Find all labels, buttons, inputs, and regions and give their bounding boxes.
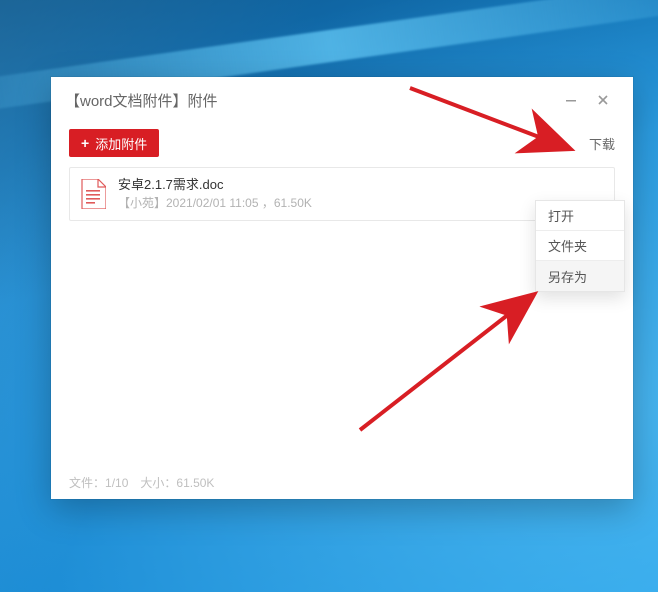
file-name: 安卓2.1.7需求.doc: [118, 176, 604, 194]
file-text-block: 安卓2.1.7需求.doc 【小苑】2021/02/01 11:05 ，61.5…: [118, 176, 604, 212]
status-files: 文件：1/10: [69, 474, 128, 491]
menu-folder[interactable]: 文件夹: [536, 231, 624, 261]
window-title: 【word文档附件】附件: [65, 90, 218, 111]
status-size: 大小：61.50K: [140, 474, 214, 491]
statusbar: 文件：1/10 大小：61.50K: [69, 474, 226, 491]
context-menu: 打开 文件夹 另存为: [535, 200, 625, 292]
file-row[interactable]: 安卓2.1.7需求.doc 【小苑】2021/02/01 11:05 ，61.5…: [69, 167, 615, 221]
status-files-value: 1/10: [105, 476, 128, 490]
menu-save-as[interactable]: 另存为: [536, 261, 624, 291]
close-button[interactable]: [587, 85, 619, 115]
status-files-label: 文件：: [69, 476, 105, 490]
add-attachment-label: 添加附件: [95, 134, 147, 153]
plus-icon: +: [81, 136, 89, 150]
menu-open[interactable]: 打开: [536, 201, 624, 231]
status-size-label: 大小：: [140, 476, 176, 490]
status-size-value: 61.50K: [176, 476, 214, 490]
download-link[interactable]: 下载: [589, 134, 615, 153]
minimize-icon: [564, 93, 578, 107]
file-meta: 【小苑】2021/02/01 11:05 ，61.50K: [118, 194, 604, 212]
add-attachment-button[interactable]: + 添加附件: [69, 129, 159, 157]
minimize-button[interactable]: [555, 85, 587, 115]
close-icon: [596, 93, 610, 107]
toolbar: + 添加附件 下载: [51, 123, 633, 167]
titlebar: 【word文档附件】附件: [51, 77, 633, 123]
doc-file-icon: [78, 177, 108, 211]
